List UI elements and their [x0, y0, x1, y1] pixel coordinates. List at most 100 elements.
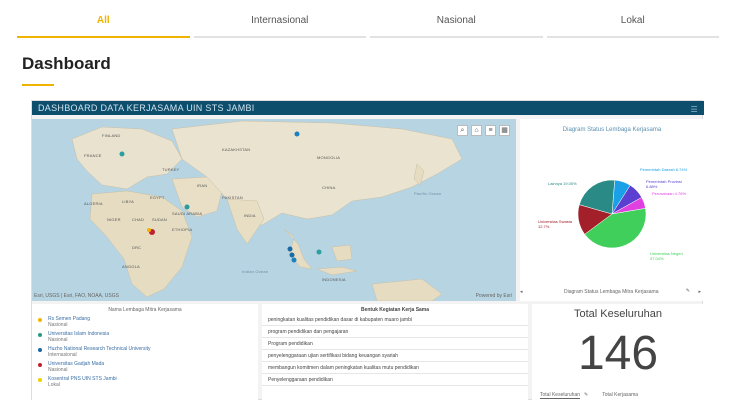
tab-lokal[interactable]: Lokal: [546, 8, 719, 38]
partner-scope: Internasional: [48, 352, 77, 358]
edit-icon[interactable]: ✎: [686, 288, 690, 294]
home-icon[interactable]: ⌂: [471, 125, 482, 136]
pie-label: Lainnya 19.05%: [548, 181, 577, 186]
list-item[interactable]: Kosentral PNS UIN STS Jambi Lokal: [32, 374, 258, 389]
map-toolbar: ⌕ ⌂ ≡ ▦: [457, 125, 510, 136]
table-row[interactable]: penyelenggaraan ujian sertifikasi bidang…: [262, 350, 528, 362]
map-label: Pacific Ocean: [414, 191, 442, 196]
map-label: KAZAKHSTAN: [222, 147, 251, 152]
map-label: FRANCE: [84, 153, 102, 158]
total-title: Total Keseluruhan: [573, 308, 663, 320]
search-icon[interactable]: ⌕: [457, 125, 468, 136]
table-row[interactable]: program pendidikan dan pengajaran: [262, 326, 528, 338]
table-row[interactable]: Program pendidikan: [262, 338, 528, 350]
map-label: CHAD: [132, 217, 145, 222]
map-label: SAUDI ARABIA: [172, 211, 203, 216]
tab-all[interactable]: All: [17, 8, 190, 38]
map-label: ALGERIA: [84, 201, 103, 206]
pie-label: Universitas Negeri 37.04%: [650, 251, 683, 261]
partner-list-header: Nama Lembaga Mitra Kerjasama: [108, 307, 182, 313]
pie-chart: [577, 179, 647, 249]
map-land-svg: [71, 120, 463, 301]
map-powered-by: Powered by Esri: [475, 293, 512, 299]
list-item[interactable]: Universitas Islam Indonesia Nasional: [32, 329, 258, 344]
layers-icon[interactable]: ≡: [485, 125, 496, 136]
partner-list-items: Rs Semen Padang Nasional Universitas Islam…: [32, 314, 258, 389]
table-row[interactable]: Penyelenggaraan pendidikan: [262, 374, 528, 386]
status-dot: [38, 348, 42, 352]
map-label: ANGOLA: [122, 264, 140, 269]
pie-chart-panel: Diagram Status Lembaga Kerjasama Pemerin…: [520, 119, 704, 301]
map-label: NIGER: [107, 217, 121, 222]
map-marker: [119, 151, 125, 157]
map-marker: [287, 246, 293, 252]
list-item-text: Universitas Gadjah Mada Nasional: [48, 361, 104, 373]
pie-footer: ◂ Diagram Status Lembaga Mitra Kerjasama…: [520, 288, 704, 298]
map-marker: [291, 257, 297, 263]
map-label: EGYPT: [150, 195, 165, 200]
dashboard-title: DASHBOARD DATA KERJASAMA UIN STS JAMBI: [38, 103, 255, 113]
map-marker: [294, 131, 300, 137]
list-item[interactable]: Universitas Gadjah Mada Nasional: [32, 359, 258, 374]
list-item[interactable]: Rs Semen Padang Nasional: [32, 314, 258, 329]
tab-nasional[interactable]: Nasional: [370, 8, 543, 38]
list-item[interactable]: Huzho National Research Technical Univer…: [32, 344, 258, 359]
dashboard-frame: DASHBOARD DATA KERJASAMA UIN STS JAMBI ☰: [31, 100, 704, 401]
partner-scope: Nasional: [48, 337, 68, 343]
map-label: ETHIOPIA: [172, 227, 193, 232]
tab-total-kerjasama[interactable]: Total Kerjasama: [602, 392, 638, 399]
pie-label: Pemerintah Daerah 6.74%: [640, 167, 688, 172]
pie-label: Perusahaan 4.76%: [652, 191, 687, 196]
total-value: 146: [577, 327, 659, 380]
pie-footer-label: Diagram Status Lembaga Mitra Kerjasama: [564, 289, 659, 295]
map-attribution: Esri, USGS | Esri, FAO, NOAA, USGS: [34, 293, 119, 299]
basemap-icon[interactable]: ▦: [499, 125, 510, 136]
map-label: MONGOLIA: [317, 155, 341, 160]
partner-list: Nama Lembaga Mitra Kerjasama Rs Semen Pa…: [32, 304, 258, 401]
pie-label: Pemerintah Provinsi 6.88%: [646, 179, 682, 189]
partner-scope: Lokal: [48, 382, 60, 388]
category-tabs: All Internasional Nasional Lokal: [15, 8, 721, 38]
menu-icon[interactable]: ☰: [691, 103, 698, 117]
map-label: INDIA: [244, 213, 256, 218]
map-label: CHINA: [322, 185, 336, 190]
activity-table-rows: peningkatan kualitas pendidikan dasar di…: [262, 314, 528, 386]
map-label: Indian Ocean: [242, 269, 269, 274]
status-dot: [38, 333, 42, 337]
dashboard-header: DASHBOARD DATA KERJASAMA UIN STS JAMBI ☰: [32, 101, 704, 115]
chevron-left-icon[interactable]: ◂: [520, 289, 523, 295]
status-dot: [38, 363, 42, 367]
partner-scope: Nasional: [48, 322, 68, 328]
map-marker: [147, 228, 151, 232]
list-item-text: Rs Semen Padang Nasional: [48, 316, 90, 328]
status-dot: [38, 378, 42, 382]
map-label: INDONESIA: [322, 277, 346, 282]
tab-total-keseluruhan[interactable]: Total Keseluruhan: [540, 392, 581, 399]
map-label: TURKEY: [162, 167, 180, 172]
map-label: FINLAND: [102, 133, 121, 138]
list-item-text: Huzho National Research Technical Univer…: [48, 346, 150, 358]
map-label: DRC: [132, 245, 142, 250]
map-label: SUDAN: [152, 217, 168, 222]
edit-icon[interactable]: ✎: [584, 392, 588, 399]
list-item-text: Universitas Islam Indonesia Nasional: [48, 331, 109, 343]
partner-scope: Nasional: [48, 367, 68, 373]
map-marker: [316, 249, 322, 255]
tab-internasional[interactable]: Internasional: [193, 8, 366, 38]
list-item-text: Kosentral PNS UIN STS Jambi Lokal: [48, 376, 117, 388]
activity-table-header: Bentuk Kegiatan Kerja Sama: [360, 307, 430, 313]
map-label: PAKISTAN: [222, 195, 243, 200]
map-marker: [184, 204, 190, 210]
map-label: IRAN: [197, 183, 208, 188]
activity-table: Bentuk Kegiatan Kerja Sama peningkatan k…: [262, 304, 528, 401]
table-row[interactable]: peningkatan kualitas pendidikan dasar di…: [262, 314, 528, 326]
total-tabs: Total Keseluruhan ✎ Total Kerjasama: [540, 392, 638, 399]
chevron-right-icon[interactable]: ▸: [698, 289, 701, 295]
total-panel: Total Keseluruhan 146 Total Keseluruhan …: [532, 304, 704, 401]
title-underline: [22, 84, 54, 86]
world-map[interactable]: FINLAND FRANCE TURKEY MONGOLIA CHINA PAK…: [32, 119, 516, 301]
map-marker: [289, 252, 295, 258]
pie-label: Universitas Swasta 12.7%: [538, 219, 573, 229]
table-row[interactable]: membangun komitmen dalam peningkatan kua…: [262, 362, 528, 374]
page-title: Dashboard: [22, 54, 111, 73]
